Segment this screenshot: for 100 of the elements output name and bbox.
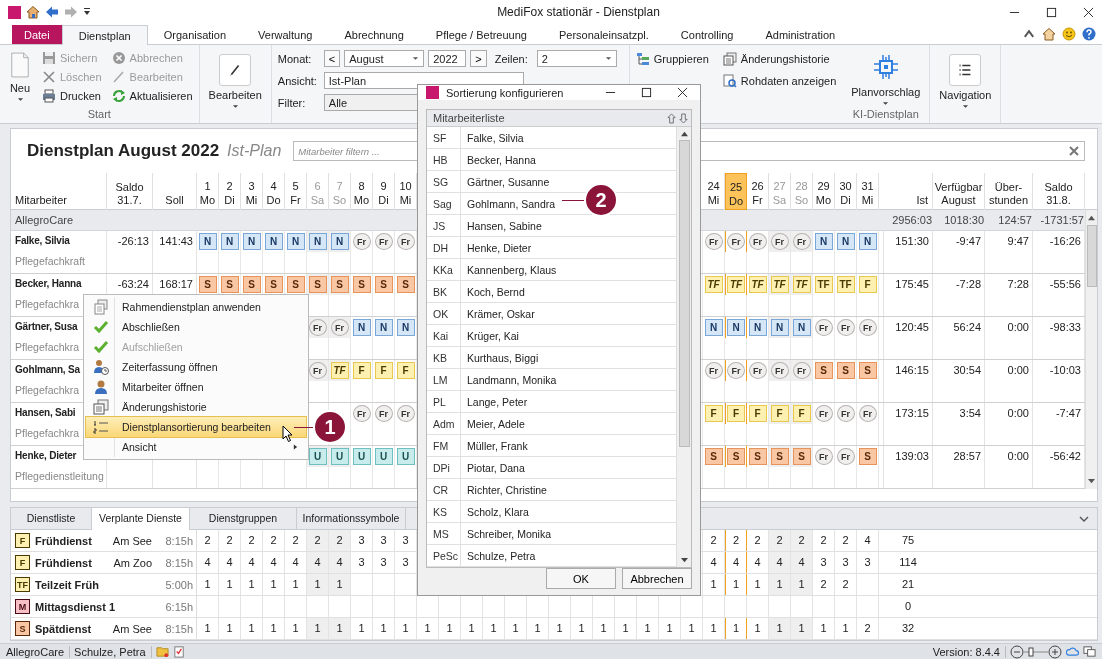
employee-role: Pflegefachkra: [15, 427, 80, 440]
target-hours: 168:17: [159, 278, 193, 291]
service-name: Frühdienst: [35, 534, 93, 547]
available-hours: 28:57: [953, 450, 981, 463]
service-hours: 8:15h: [164, 556, 194, 569]
count-cell: 4: [263, 552, 285, 574]
count-cell: 3: [373, 530, 395, 552]
balance-value: -10:03: [1049, 364, 1081, 377]
service-location: Am See: [112, 534, 152, 547]
total-count: 75: [901, 534, 915, 547]
list-header: Mitarbeiterliste: [433, 112, 505, 124]
view-subtitle: Ist-Plan: [227, 142, 282, 161]
count-cell: 2: [835, 574, 857, 596]
count-cell: 4: [241, 552, 263, 574]
count-cell: 1: [395, 618, 417, 640]
count-cell: 1: [681, 618, 703, 640]
count-cell: 4: [857, 530, 879, 552]
count-cell: 2: [307, 530, 329, 552]
count-cell: 4: [725, 552, 747, 574]
field-label: Filter:: [277, 96, 307, 109]
available-hours: -7:28: [955, 278, 981, 291]
balance-value: -98:33: [1049, 321, 1081, 334]
total-value: 2956:03: [892, 214, 932, 227]
balance-value: -63:24: [117, 278, 149, 291]
count-cell: 1: [329, 574, 351, 596]
balance-value: -55:56: [1049, 278, 1081, 291]
count-cell: 1: [593, 618, 615, 640]
count-cell: 1: [549, 618, 571, 640]
version-label: Version: 8.4.4: [932, 645, 1006, 658]
ribbon-group-label: KI-Dienstplan: [851, 108, 920, 123]
actual-hours: 175:45: [895, 278, 929, 291]
count-cell: 1: [329, 618, 351, 640]
count-cell: 1: [439, 618, 461, 640]
count-cell: 1: [725, 574, 747, 596]
service-hours: 8:15h: [164, 534, 194, 547]
service-name: Spätdienst: [35, 622, 93, 635]
count-cell: 1: [263, 574, 285, 596]
total-count: 114: [899, 556, 917, 569]
count-cell: 1: [813, 618, 835, 640]
shift-code-badge: M: [15, 599, 30, 615]
available-hours: 56:24: [953, 321, 981, 334]
count-cell: 4: [769, 552, 791, 574]
service-name: Mittagsdienst 1: [35, 600, 116, 613]
schedule-title: Dienstplan August 2022: [27, 141, 220, 162]
count-cell: 2: [813, 530, 835, 552]
count-cell: 1: [197, 574, 219, 596]
actual-hours: 173:15: [895, 407, 929, 420]
count-cell: 4: [219, 552, 241, 574]
count-cell: 3: [351, 530, 373, 552]
actual-hours: 120:45: [895, 321, 929, 334]
target-hours: 141:43: [159, 235, 193, 248]
count-cell: 1: [769, 618, 791, 640]
total-value: 124:57: [998, 214, 1032, 227]
count-cell: 1: [637, 618, 659, 640]
count-cell: 3: [813, 552, 835, 574]
field-label: Zeilen:: [494, 52, 529, 65]
shift-code-badge: TF: [15, 577, 30, 593]
employee-role: Pflegefachkra: [15, 384, 80, 397]
available-hours: 3:54: [959, 407, 981, 420]
service-hours: 6:15h: [164, 600, 194, 613]
count-cell: 1: [703, 574, 725, 596]
count-cell: 2: [329, 530, 351, 552]
count-cell: 2: [791, 530, 813, 552]
window-title: MediFox stationär - Dienstplan: [496, 5, 661, 20]
count-cell: 1: [505, 618, 527, 640]
count-cell: 1: [417, 618, 439, 640]
count-cell: 4: [329, 552, 351, 574]
count-cell: 1: [527, 618, 549, 640]
count-cell: 1: [307, 574, 329, 596]
service-location: Am See: [112, 622, 152, 635]
count-cell: 1: [791, 574, 813, 596]
count-cell: 1: [351, 618, 373, 640]
balance-value: -26:13: [117, 235, 149, 248]
balance-value: -16:26: [1049, 235, 1081, 248]
total-value: -1731:57: [1040, 214, 1084, 227]
total-count: 21: [901, 578, 915, 591]
count-cell: 3: [857, 552, 879, 574]
count-cell: 1: [461, 618, 483, 640]
available-hours: 30:54: [953, 364, 981, 377]
count-cell: 4: [791, 552, 813, 574]
overtime-hours: 0:00: [1007, 450, 1029, 463]
count-cell: 3: [351, 552, 373, 574]
count-cell: 3: [835, 552, 857, 574]
actual-hours: 139:03: [895, 450, 929, 463]
count-cell: 1: [241, 618, 263, 640]
service-hours: 5:00h: [164, 578, 194, 591]
employee-role: Pflegefachkra: [15, 298, 80, 311]
status-user: Schulze, Petra: [74, 645, 152, 658]
count-cell: 1: [241, 574, 263, 596]
count-cell: 1: [769, 574, 791, 596]
employee-role: Pflegefachkra: [15, 341, 80, 354]
count-cell: 2: [857, 618, 879, 640]
total-count: 32: [901, 622, 915, 635]
count-cell: 1: [373, 618, 395, 640]
overtime-hours: 0:00: [1007, 321, 1029, 334]
count-cell: 2: [813, 574, 835, 596]
employee-role: Pflegedienstleitung: [15, 470, 104, 483]
count-cell: 1: [263, 618, 285, 640]
count-cell: 2: [263, 530, 285, 552]
count-cell: 1: [659, 618, 681, 640]
